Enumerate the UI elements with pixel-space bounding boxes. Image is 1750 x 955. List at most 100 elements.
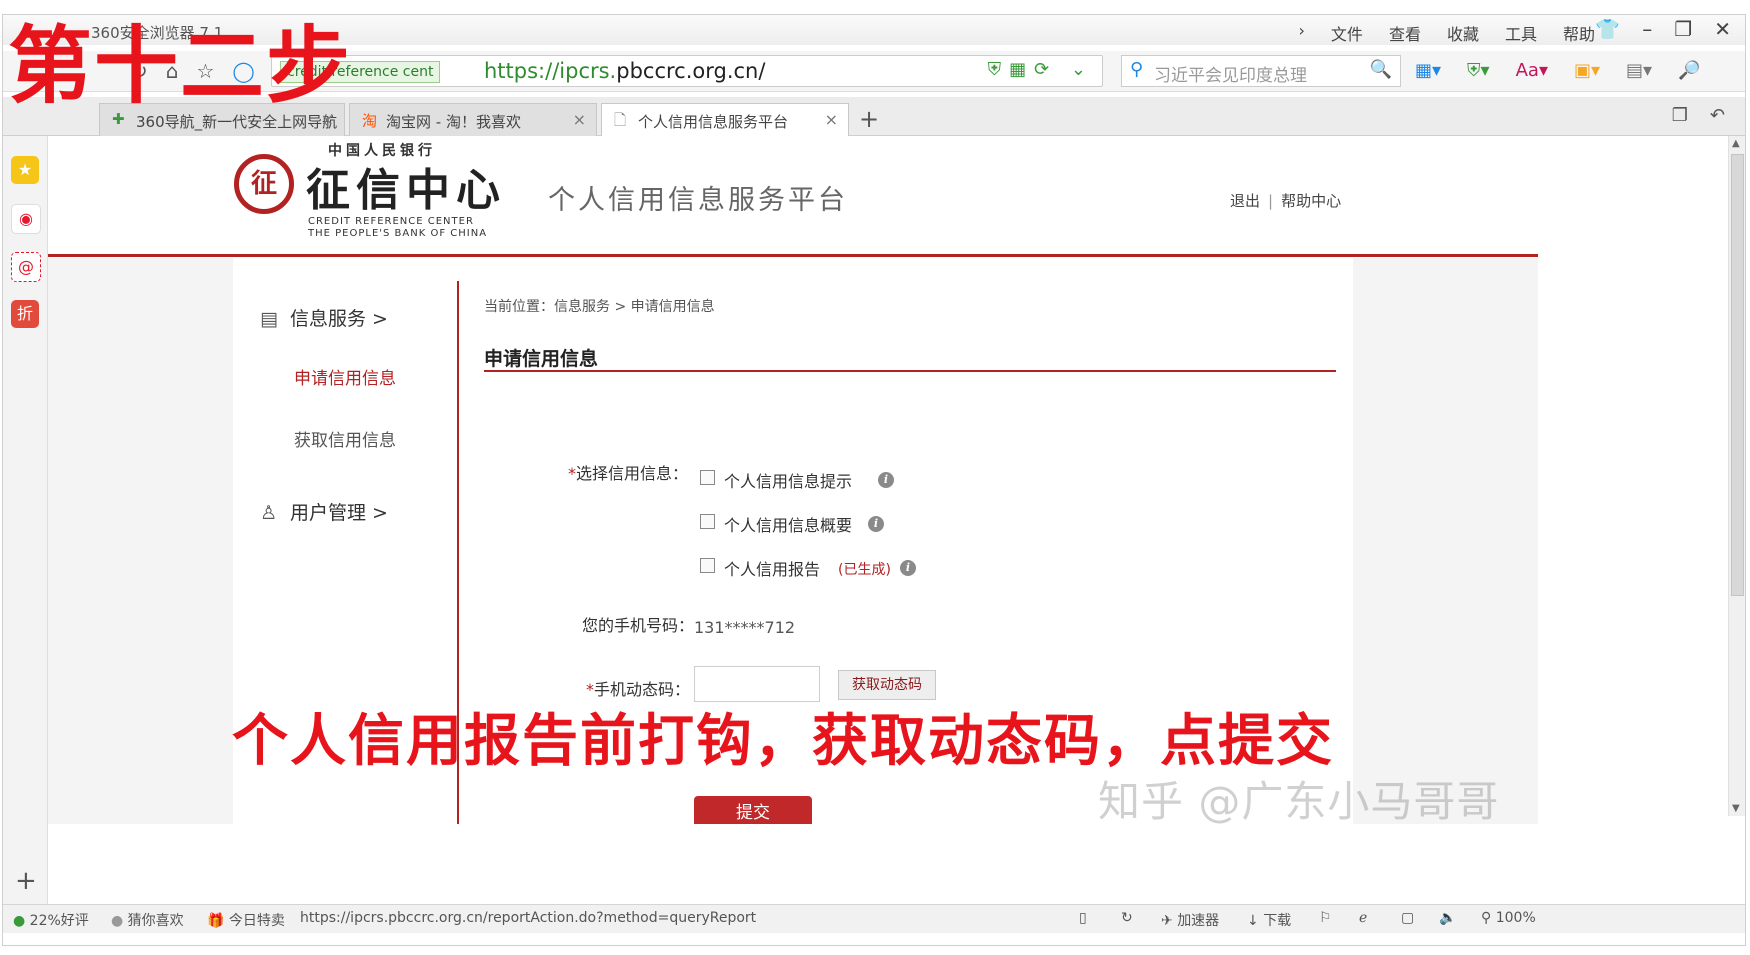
mobile-icon[interactable]: ▯ bbox=[1079, 910, 1087, 926]
guess-status[interactable]: ● 猜你喜欢 bbox=[111, 910, 184, 930]
nav-info-service[interactable]: ▤ 信息服务 > bbox=[260, 304, 388, 331]
pboc-logo-emblem: 征 bbox=[234, 154, 294, 214]
select-credit-label: *选择信用信息： bbox=[568, 460, 688, 484]
nav-apply-credit[interactable]: 申请信用信息 bbox=[294, 364, 396, 389]
nav-user-manage-label: 用户管理 > bbox=[290, 502, 388, 524]
info-icon[interactable]: i bbox=[900, 560, 916, 576]
checkbox-credit-hint[interactable] bbox=[700, 470, 715, 485]
apple-icon: ● bbox=[13, 913, 26, 929]
accelerator-status[interactable]: ✈ 加速器 bbox=[1161, 910, 1219, 930]
deals-text: 今日特卖 bbox=[228, 913, 285, 929]
tab-close-icon[interactable]: × bbox=[825, 110, 838, 129]
info-service-icon: ▤ bbox=[260, 308, 278, 330]
deals-status[interactable]: 🎁 今日特卖 bbox=[207, 910, 285, 930]
title-underline bbox=[484, 370, 1336, 372]
scroll-up-arrow-icon[interactable]: ▲ bbox=[1732, 138, 1740, 149]
nav-get-credit[interactable]: 获取信用信息 bbox=[294, 426, 396, 451]
taobao-icon: 淘 bbox=[362, 112, 378, 130]
menu-expand-icon[interactable]: › bbox=[1299, 21, 1305, 45]
info-icon[interactable]: i bbox=[878, 472, 894, 488]
page-icon: 🗋 bbox=[614, 111, 627, 129]
breadcrumb: 当前位置：信息服务 > 申请信用信息 bbox=[484, 299, 715, 315]
download-icon: ↓ bbox=[1247, 913, 1259, 929]
option-credit-report[interactable]: 个人信用报告 bbox=[724, 556, 820, 580]
maximize-icon[interactable]: ❐ bbox=[1674, 17, 1692, 41]
left-sidebar: ★ ◉ @ 折 + bbox=[3, 136, 48, 904]
url-text[interactable]: https://ipcrs.pbccrc.org.cn/ bbox=[484, 59, 765, 83]
gift-icon: 🎁 bbox=[207, 913, 225, 929]
new-tab-icon[interactable]: + bbox=[859, 105, 879, 133]
menu-favorites[interactable]: 收藏 bbox=[1447, 21, 1479, 45]
search-box[interactable]: ⚲ 习近平会见印度总理 🔍 bbox=[1121, 55, 1401, 87]
search-icon[interactable]: 🔍 bbox=[1370, 59, 1392, 80]
flag-icon[interactable]: ⚐ bbox=[1319, 910, 1332, 926]
search-engine-icon[interactable]: ⚲ bbox=[1130, 59, 1143, 80]
rating-status[interactable]: ● 22%好评 bbox=[13, 910, 89, 930]
sound-icon[interactable]: 🔈 bbox=[1439, 910, 1456, 926]
skin-icon[interactable]: 👕 bbox=[1595, 17, 1620, 41]
menu-tools[interactable]: 工具 bbox=[1505, 21, 1537, 45]
screenshot-icon[interactable]: ▣▾ bbox=[1574, 60, 1600, 81]
option-credit-summary[interactable]: 个人信用信息概要 bbox=[724, 512, 852, 536]
checkbox-credit-summary[interactable] bbox=[700, 514, 715, 529]
logo-english-line2: THE PEOPLE'S BANK OF CHINA bbox=[308, 228, 488, 239]
status-bar: ● 22%好评 ● 猜你喜欢 🎁 今日特卖 https://ipcrs.pbcc… bbox=[3, 904, 1745, 933]
right-margin bbox=[1353, 258, 1538, 824]
tab-credit-platform[interactable]: 🗋 个人信用信息服务平台 × bbox=[601, 103, 849, 136]
scroll-thumb[interactable] bbox=[1731, 154, 1744, 596]
link-separator: | bbox=[1268, 192, 1274, 210]
report-generated-status: (已生成) bbox=[838, 562, 891, 578]
mail-icon[interactable]: @ bbox=[11, 252, 41, 282]
window-icon[interactable]: ▢ bbox=[1401, 910, 1414, 926]
submit-button[interactable]: 提交 bbox=[694, 796, 812, 824]
logo-english-line1: CREDIT REFERENCE CENTER bbox=[308, 216, 474, 227]
select-credit-label-text: 选择信用信息： bbox=[576, 464, 689, 483]
add-sidebar-icon[interactable]: + bbox=[15, 866, 37, 896]
tab-bar-tools: ❐ ↶ bbox=[1672, 105, 1725, 126]
logout-link[interactable]: 退出 bbox=[1230, 192, 1260, 210]
refresh-status-icon[interactable]: ↻ bbox=[1121, 910, 1133, 926]
image-icon[interactable]: ▤▾ bbox=[1626, 60, 1652, 81]
rating-text: 22%好评 bbox=[29, 913, 89, 929]
menu-bar: › 文件 查看 收藏 工具 帮助 bbox=[1299, 21, 1595, 45]
menu-help[interactable]: 帮助 bbox=[1563, 21, 1595, 45]
search-placeholder: 习近平会见印度总理 bbox=[1154, 66, 1307, 86]
url-scheme: https://ipcrs. bbox=[484, 59, 617, 83]
minimize-icon[interactable]: – bbox=[1642, 17, 1652, 41]
close-icon[interactable]: ✕ bbox=[1714, 17, 1731, 41]
tab-close-icon[interactable]: × bbox=[573, 110, 586, 129]
platform-title: 个人信用信息服务平台 bbox=[548, 185, 848, 216]
header-divider bbox=[48, 254, 1538, 257]
help-center-link[interactable]: 帮助中心 bbox=[1281, 192, 1341, 210]
menu-view[interactable]: 查看 bbox=[1389, 21, 1421, 45]
security-shield-icon[interactable]: ⛨▾ bbox=[1467, 60, 1490, 81]
logo-main-text: 征信中心 bbox=[306, 165, 506, 216]
apps-icon[interactable]: ▦▾ bbox=[1415, 60, 1441, 81]
zoom-status[interactable]: ⚲ 100% bbox=[1481, 910, 1536, 926]
ie-icon[interactable]: ℯ bbox=[1359, 910, 1367, 926]
translate-icon[interactable]: Aa▾ bbox=[1516, 60, 1548, 81]
header-links: 退出 | 帮助中心 bbox=[1230, 190, 1341, 211]
step-overlay-text: 第十二步 bbox=[8, 17, 353, 115]
tab-label: 淘宝网 - 淘！我喜欢 bbox=[386, 113, 521, 131]
page-title: 申请信用信息 bbox=[484, 348, 599, 370]
vertical-scrollbar[interactable]: ▲ ▼ bbox=[1728, 136, 1745, 816]
address-bar[interactable]: credit reference cent https://ipcrs.pbcc… bbox=[271, 55, 1103, 87]
option-credit-hint[interactable]: 个人信用信息提示 bbox=[724, 468, 852, 492]
tab-list-icon[interactable]: ❐ bbox=[1672, 105, 1688, 126]
zoom-search-icon[interactable]: 🔎 bbox=[1678, 60, 1700, 81]
menu-file[interactable]: 文件 bbox=[1331, 21, 1363, 45]
checkbox-credit-report[interactable] bbox=[700, 558, 715, 573]
scroll-down-arrow-icon[interactable]: ▼ bbox=[1732, 803, 1740, 814]
nav-user-manage[interactable]: ♙ 用户管理 > bbox=[260, 498, 388, 525]
download-status[interactable]: ↓ 下载 bbox=[1247, 910, 1291, 930]
favorites-star-icon[interactable]: ★ bbox=[11, 156, 39, 184]
tab-taobao[interactable]: 淘 淘宝网 - 淘！我喜欢 × bbox=[349, 103, 597, 136]
address-bar-tools[interactable]: ⛨▦⟳ ⌄ bbox=[988, 59, 1094, 80]
info-icon[interactable]: i bbox=[868, 516, 884, 532]
url-host: pbccrc.org.cn/ bbox=[616, 59, 766, 83]
zoom-text: 100% bbox=[1495, 910, 1536, 926]
weibo-icon[interactable]: ◉ bbox=[11, 204, 41, 234]
discount-icon[interactable]: 折 bbox=[11, 300, 39, 328]
undo-close-icon[interactable]: ↶ bbox=[1710, 105, 1725, 126]
